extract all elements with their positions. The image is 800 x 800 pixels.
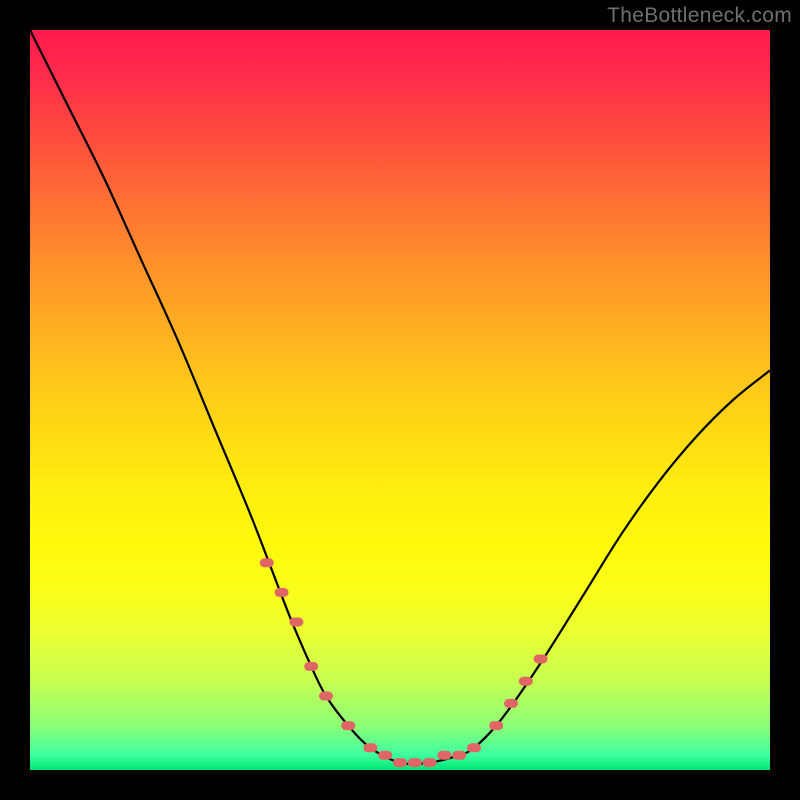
marker (437, 751, 451, 760)
marker (423, 758, 437, 767)
marker (489, 721, 503, 730)
marker (341, 721, 355, 730)
marker (452, 751, 466, 760)
marker (519, 677, 533, 686)
marker (363, 743, 377, 752)
marker (504, 699, 518, 708)
watermark: TheBottleneck.com (607, 4, 792, 28)
marker (393, 758, 407, 767)
curve-svg (30, 30, 770, 770)
highlighted-points (260, 558, 548, 767)
marker (534, 655, 548, 664)
marker (467, 743, 481, 752)
chart-frame: TheBottleneck.com (0, 0, 800, 800)
marker (304, 662, 318, 671)
marker (319, 692, 333, 701)
marker (378, 751, 392, 760)
marker (260, 558, 274, 567)
marker (408, 758, 422, 767)
marker (275, 588, 289, 597)
bottleneck-curve (30, 30, 770, 764)
marker (289, 618, 303, 627)
plot-area (30, 30, 770, 770)
